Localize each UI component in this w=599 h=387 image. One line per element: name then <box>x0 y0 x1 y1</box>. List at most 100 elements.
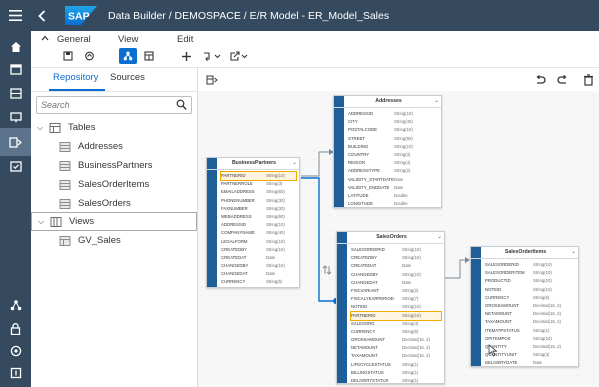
entity-businesspartners[interactable]: BusinessPartners ⌄ PARTNERID String(10) PA… <box>206 157 300 288</box>
entity-column-row[interactable]: FISCALYEARPERIOD String(7) <box>351 295 441 303</box>
chevron-down-icon[interactable]: ⌄ <box>292 159 297 166</box>
entity-column-row[interactable]: NOTEID String(10) <box>351 303 441 311</box>
entity-column-row[interactable]: CREATEDAT Date <box>221 254 296 262</box>
entity-column-row[interactable]: PARTNERID String(10) <box>350 310 442 321</box>
entity-column-row[interactable]: EMAILADDRESS String(60) <box>221 188 296 196</box>
entity-column-row[interactable]: CHANGEDAT Date <box>221 270 296 278</box>
entity-column-row[interactable]: GROSSAMOUNT Decimal(15, 2) <box>351 336 441 344</box>
tree-item-salesorderitems[interactable]: SalesOrderItems <box>31 175 197 194</box>
entity-column-row[interactable]: POSTALCODE String(10) <box>348 126 438 134</box>
table-view-icon[interactable] <box>140 48 158 64</box>
chevron-down-icon[interactable]: ⌄ <box>434 97 439 104</box>
back-icon[interactable] <box>38 0 46 31</box>
entity-salesorderitems[interactable]: SalesOrderItems ⌄ SALESORDERID String(10)… <box>470 246 579 367</box>
entity-column-row[interactable]: CURRENCY String(5) <box>221 278 296 286</box>
entity-column-row[interactable]: PRODUCTID String(10) <box>485 277 575 285</box>
tree-label: SalesOrderItems <box>78 179 150 190</box>
chevron-down-icon[interactable]: ⌵ <box>37 123 49 133</box>
tree-item-addresses[interactable]: Addresses <box>31 137 197 156</box>
entity-column-row[interactable]: CREATEDBY String(10) <box>221 246 296 254</box>
settings-icon[interactable] <box>0 359 31 387</box>
entity-column-row[interactable]: NOTEID String(10) <box>485 286 575 294</box>
entity-column-row[interactable]: NETAMOUNT Decimal(15, 2) <box>351 344 441 352</box>
entity-column-row[interactable]: OPITEMPOS String(10) <box>485 335 575 343</box>
entity-column-row[interactable]: ADDRESSID String(10) <box>221 221 296 229</box>
entity-column-row[interactable]: CREATEDBY String(10) <box>351 254 441 262</box>
save-icon[interactable] <box>59 48 77 64</box>
tree-node-views[interactable]: ⌵ Views <box>31 212 197 231</box>
search-icon[interactable] <box>176 99 187 111</box>
entity-column-row[interactable]: QUANTITYUNIT String(3) <box>485 351 575 359</box>
entity-column-row[interactable]: BILLINGSTATUS String(1) <box>351 369 441 377</box>
entity-column-row[interactable]: REGION String(4) <box>348 159 438 167</box>
er-canvas[interactable]: Addresses ⌄ ADDRESSID String(10) CITY Strin… <box>198 68 599 387</box>
entity-column-row[interactable]: WEBADDRESS String(60) <box>221 213 296 221</box>
tree-node-tables[interactable]: ⌵ Tables <box>31 118 197 137</box>
entity-column-row[interactable]: FISCVARIANT String(2) <box>351 287 441 295</box>
import-dropdown-icon[interactable] <box>202 48 224 64</box>
entity-column-row[interactable]: SALESORDERITEM String(10) <box>485 269 575 277</box>
association-line-address[interactable] <box>301 151 333 177</box>
column-name: PARTNERID <box>351 312 376 318</box>
entity-column-row[interactable]: BUILDING String(10) <box>348 143 438 151</box>
tab-repository[interactable]: Repository <box>53 72 98 83</box>
entity-column-row[interactable]: STREET String(60) <box>348 135 438 143</box>
entity-column-row[interactable]: QUANTITY Decimal(15, 2) <box>485 343 575 351</box>
entity-column-row[interactable]: CURRENCY String(5) <box>351 328 441 336</box>
business-builder-icon[interactable] <box>0 103 31 131</box>
entity-column-row[interactable]: TAXAMOUNT Decimal(15, 2) <box>485 318 575 326</box>
search-input[interactable] <box>41 99 171 111</box>
entity-column-row[interactable]: CHANGEDBY String(10) <box>221 262 296 270</box>
tree-item-gv-sales[interactable]: GV_Sales <box>31 231 197 250</box>
entity-column-row[interactable]: LONGITUDE Double <box>348 200 438 208</box>
entity-column-row[interactable]: CITY String(40) <box>348 118 438 126</box>
entity-column-row[interactable]: ADDRESSID String(10) <box>348 110 438 118</box>
entity-column-row[interactable]: PARTNERID String(10) <box>220 170 297 182</box>
entity-column-row[interactable]: LEGALFORM String(10) <box>221 238 296 246</box>
entity-column-row[interactable]: FAXNUMBER String(30) <box>221 205 296 213</box>
shell-header: SAP Data Builder / DEMOSPACE / E/R Model… <box>0 0 599 31</box>
share-dropdown-icon[interactable] <box>229 48 251 64</box>
entity-column-row[interactable]: LATITUDE Double <box>348 192 438 200</box>
entity-column-row[interactable]: GROSSAMOUNT Decimal(15, 2) <box>485 302 575 310</box>
entity-column-row[interactable]: CHANGEDAT Date <box>351 279 441 287</box>
tree-item-businesspartners[interactable]: BusinessPartners <box>31 156 197 175</box>
tree-item-salesorders[interactable]: SalesOrders <box>31 194 197 213</box>
entity-column-row[interactable]: CREATEDAT Date <box>351 262 441 270</box>
chevron-down-icon[interactable]: ⌄ <box>437 233 442 240</box>
entity-column-row[interactable]: ADDRESSTYPE String(2) <box>348 167 438 175</box>
hamburger-icon[interactable] <box>0 0 31 31</box>
entity-column-row[interactable]: COUNTRY String(3) <box>348 151 438 159</box>
add-icon[interactable] <box>177 48 195 64</box>
chevron-up-icon[interactable] <box>41 35 49 41</box>
column-type: String(4) <box>394 160 411 166</box>
entity-column-row[interactable]: NETAMOUNT Decimal(15, 2) <box>485 310 575 318</box>
entity-column-row[interactable]: SALESORG String(4) <box>351 320 441 328</box>
search-field[interactable] <box>36 96 192 114</box>
entity-column-row[interactable]: DELIVERYDATE Date <box>485 359 575 367</box>
tab-sources[interactable]: Sources <box>110 72 145 83</box>
entity-column-row[interactable]: PHONENUMBER String(30) <box>221 197 296 205</box>
entity-addresses[interactable]: Addresses ⌄ ADDRESSID String(10) CITY Strin… <box>333 95 442 208</box>
entity-column-row[interactable]: SALESORDERID String(10) <box>485 261 575 269</box>
column-name: GROSSAMOUNT <box>351 337 386 343</box>
entity-column-row[interactable]: COMPANYNAME String(40) <box>221 229 296 237</box>
entity-column-row[interactable]: LIFECYCLESTATUS String(1) <box>351 361 441 369</box>
er-view-icon[interactable] <box>119 48 137 64</box>
entity-column-row[interactable]: VALIDITY_STARTDATE Date <box>348 176 438 184</box>
entity-column-row[interactable]: CHANGEDBY String(10) <box>351 271 441 279</box>
entity-column-row[interactable]: DELIVERYSTATUS String(1) <box>351 377 441 385</box>
deploy-icon[interactable] <box>80 48 98 64</box>
entity-column-row[interactable]: TAXAMOUNT Decimal(15, 2) <box>351 352 441 360</box>
entity-column-row[interactable]: ITEMATPSTATUS String(1) <box>485 327 575 335</box>
catalog-icon[interactable] <box>0 152 31 180</box>
chevron-down-icon[interactable]: ⌄ <box>571 248 576 255</box>
column-name: SALESORG <box>351 320 375 326</box>
chevron-down-icon[interactable]: ⌵ <box>38 217 50 227</box>
association-line-partner[interactable] <box>301 177 336 302</box>
entity-column-row[interactable]: PARTNERROLE String(3) <box>221 180 296 188</box>
entity-salesorders[interactable]: SalesOrders ⌄ SALESORDERID String(10) CREA… <box>336 231 445 384</box>
entity-column-row[interactable]: VALIDITY_ENDDATE Date <box>348 184 438 192</box>
entity-column-row[interactable]: CURRENCY String(5) <box>485 294 575 302</box>
entity-column-row[interactable]: SALESORDERID String(10) <box>351 246 441 254</box>
